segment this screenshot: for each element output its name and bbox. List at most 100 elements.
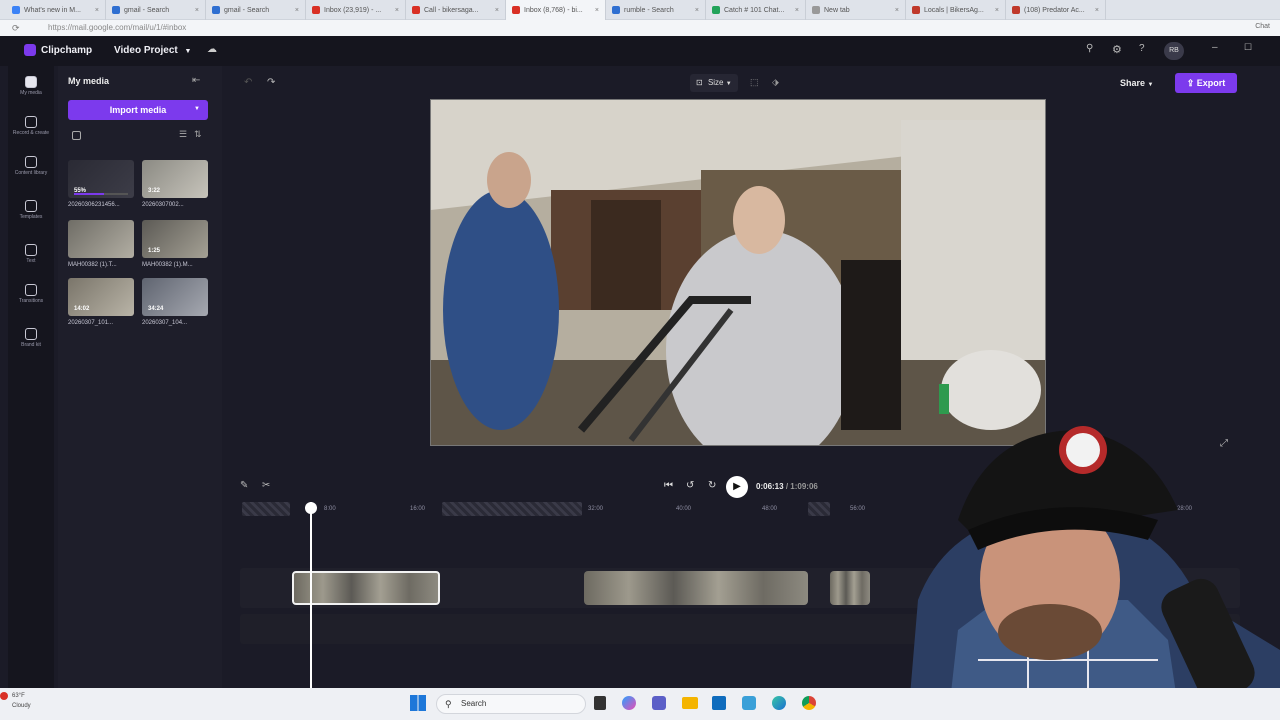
timeline-clip[interactable] xyxy=(292,571,440,605)
taskview-icon[interactable] xyxy=(594,696,606,710)
app-icon[interactable] xyxy=(742,696,756,710)
taskbar-search[interactable]: ⚲ Search xyxy=(436,694,586,714)
share-link-icon[interactable]: ⚲ xyxy=(1086,43,1093,54)
media-thumbnail[interactable]: 14:02 xyxy=(68,278,134,316)
browser-tab[interactable]: Inbox (8,768) - bi... × xyxy=(506,0,606,20)
rail-item[interactable]: Text xyxy=(8,244,54,264)
media-filename: MAH00382 (1).M... xyxy=(142,262,193,268)
tab-label: gmail - Search xyxy=(124,6,170,14)
media-thumbnail[interactable]: 1:25 xyxy=(142,220,208,258)
import-dropdown-chevron-icon[interactable]: ▼ xyxy=(194,106,200,112)
play-button[interactable]: ▶ xyxy=(726,476,748,498)
teams-icon[interactable] xyxy=(652,696,666,710)
export-label: Export xyxy=(1196,78,1226,88)
time-separator: / xyxy=(785,482,789,491)
templates-icon xyxy=(25,200,37,212)
rail-item-label: Templates xyxy=(19,214,43,220)
split-scissors-icon[interactable]: ✂ xyxy=(262,480,270,491)
browser-url-bar[interactable]: ⟳ https://mail.google.com/mail/u/1/#inbo… xyxy=(0,20,1280,36)
tab-favicon-icon xyxy=(212,6,220,14)
tab-label: Inbox (23,919) - ... xyxy=(324,6,382,14)
media-thumbnail[interactable]: 3:22 xyxy=(142,160,208,198)
copilot-icon[interactable] xyxy=(622,696,636,710)
timeline-clip[interactable] xyxy=(584,571,808,605)
maximize-icon[interactable]: ☐ xyxy=(1244,42,1252,53)
browser-tab[interactable]: Locals | BikersAg... × xyxy=(906,0,1006,20)
weather-temp[interactable]: 63°F xyxy=(12,693,25,699)
media-thumbnail[interactable]: 55% xyxy=(68,160,134,198)
avatar[interactable]: RB xyxy=(1164,42,1184,60)
tab-close-icon[interactable]: × xyxy=(195,7,199,14)
skip-back-icon[interactable]: ⏮ xyxy=(664,480,673,491)
export-upload-icon: ⇪ xyxy=(1186,78,1195,88)
tab-close-icon[interactable]: × xyxy=(995,7,999,14)
edge-icon[interactable] xyxy=(772,696,786,710)
playhead[interactable] xyxy=(310,502,312,688)
chrome-icon[interactable] xyxy=(802,696,816,710)
transitions-icon xyxy=(25,284,37,296)
rail-item-label: My media xyxy=(20,90,42,96)
forward-5-icon[interactable]: ↻ xyxy=(708,480,716,491)
screenshot-icon[interactable]: ⬗ xyxy=(772,77,779,88)
select-all-checkbox[interactable] xyxy=(72,131,81,140)
url-text[interactable]: https://mail.google.com/mail/u/1/#inbox xyxy=(48,23,186,32)
rail-item[interactable]: Record & create xyxy=(8,116,54,136)
browser-tab[interactable]: (108) Predator Ac... × xyxy=(1006,0,1106,20)
media-thumbnail[interactable]: 34:24 xyxy=(142,278,208,316)
filter-icon[interactable]: ☰ xyxy=(179,129,187,140)
rail-item[interactable]: My media xyxy=(8,76,54,96)
browser-tab[interactable]: Catch # 101 Chat... × xyxy=(706,0,806,20)
tab-close-icon[interactable]: × xyxy=(895,7,899,14)
settings-gear-icon[interactable]: ⚙ xyxy=(1112,43,1122,56)
tab-close-icon[interactable]: × xyxy=(295,7,299,14)
tab-close-icon[interactable]: × xyxy=(495,7,499,14)
fit-icon[interactable]: ⬚ xyxy=(750,77,759,88)
file-explorer-icon[interactable] xyxy=(682,697,698,709)
rail-item[interactable]: Brand kit xyxy=(8,328,54,348)
playhead-handle[interactable] xyxy=(305,502,317,514)
browser-tab[interactable]: What's new in M... × xyxy=(6,0,106,20)
import-media-label: Import media xyxy=(109,105,167,115)
cloud-sync-icon[interactable]: ☁ xyxy=(207,44,217,55)
windows-start-icon[interactable] xyxy=(410,695,426,711)
browser-tab[interactable]: gmail - Search × xyxy=(206,0,306,20)
media-thumbnail[interactable] xyxy=(68,220,134,258)
import-media-button[interactable]: Import media xyxy=(68,100,208,120)
browser-tab[interactable]: Call - bikersaga... × xyxy=(406,0,506,20)
tab-close-icon[interactable]: × xyxy=(795,7,799,14)
video-preview[interactable] xyxy=(430,99,1046,446)
help-icon[interactable]: ? xyxy=(1139,43,1145,54)
browser-tab[interactable]: New tab × xyxy=(806,0,906,20)
minimize-icon[interactable]: – xyxy=(1212,42,1218,53)
undo-icon[interactable]: ↶ xyxy=(244,77,252,88)
hatched-gap xyxy=(808,502,830,516)
reload-icon[interactable]: ⟳ xyxy=(12,23,20,34)
browser-tab[interactable]: gmail - Search × xyxy=(106,0,206,20)
tab-close-icon[interactable]: × xyxy=(1095,7,1099,14)
tab-close-icon[interactable]: × xyxy=(595,7,599,14)
browser-tab[interactable]: Inbox (23,919) - ... × xyxy=(306,0,406,20)
project-name-button[interactable]: Video Project ▼ xyxy=(114,45,191,56)
media-duration: 34:24 xyxy=(148,306,164,312)
tab-close-icon[interactable]: × xyxy=(395,7,399,14)
hatched-gap xyxy=(442,502,582,516)
rail-item[interactable]: Transitions xyxy=(8,284,54,304)
share-button[interactable]: Share ▼ xyxy=(1112,74,1161,92)
ruler-tick-label: 48:00 xyxy=(762,506,778,512)
redo-icon[interactable]: ↷ xyxy=(267,77,275,88)
export-button[interactable]: ⇪ Export xyxy=(1175,73,1237,93)
tab-close-icon[interactable]: × xyxy=(695,7,699,14)
chat-label[interactable]: Chat xyxy=(1255,23,1270,30)
rail-item[interactable]: Content library xyxy=(8,156,54,176)
collapse-panel-icon[interactable]: ⇤ xyxy=(192,75,200,86)
magic-icon[interactable]: ✎ xyxy=(240,480,248,491)
weather-desc[interactable]: Cloudy xyxy=(12,703,31,709)
size-button[interactable]: ⊡ Size ▼ xyxy=(690,74,738,92)
rail-item[interactable]: Templates xyxy=(8,200,54,220)
sort-icon[interactable]: ⇅ xyxy=(194,129,202,140)
tab-close-icon[interactable]: × xyxy=(95,7,99,14)
clipchamp-logo-icon xyxy=(24,44,36,56)
rewind-5-icon[interactable]: ↺ xyxy=(686,480,694,491)
browser-tab[interactable]: rumble - Search × xyxy=(606,0,706,20)
mail-icon[interactable] xyxy=(712,696,726,710)
